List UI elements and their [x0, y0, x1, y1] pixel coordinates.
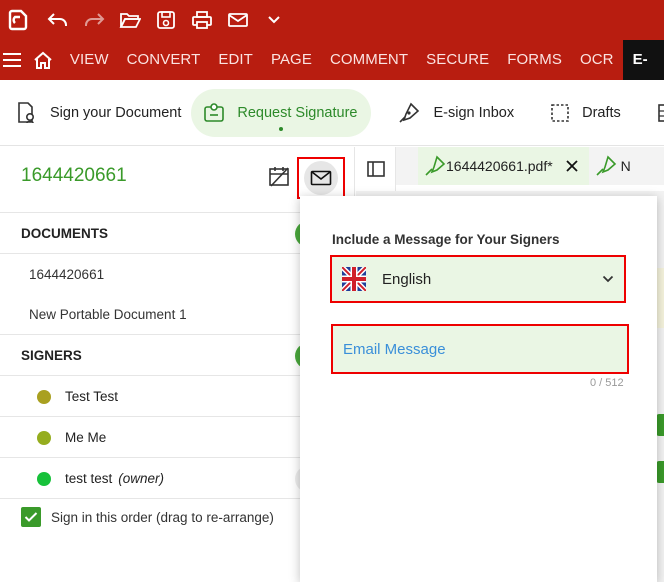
esign-pen-icon: [596, 155, 616, 176]
request-signature-button[interactable]: Request Signature: [191, 88, 372, 137]
grid-icon: [657, 103, 664, 122]
esign-inbox-button[interactable]: E-sign Inbox: [387, 89, 524, 137]
signer-item: Test Test: [37, 389, 118, 404]
document-title: 1644420661: [21, 165, 127, 186]
hamburger-menu-icon[interactable]: [0, 40, 25, 80]
message-button[interactable]: [297, 157, 345, 199]
redo-icon[interactable]: [76, 0, 112, 40]
menu-bar: VIEW CONVERT EDIT PAGE COMMENT SECURE FO…: [0, 40, 664, 108]
esign-toolbar: Sign your Document Request Signature E-s…: [0, 80, 664, 146]
sidebar-toggle-icon[interactable]: [356, 147, 396, 191]
menu-comment[interactable]: COMMENT: [321, 40, 417, 80]
language-select[interactable]: English: [330, 255, 626, 303]
tab-active-label: 1644420661.pdf*: [446, 158, 553, 174]
signer-item: test test (owner): [37, 471, 164, 486]
mail-icon: [304, 161, 338, 195]
message-popover: Include a Message for Your Signers Engli…: [300, 196, 657, 582]
documents-title: DOCUMENTS: [21, 226, 108, 241]
request-signature-label: Request Signature: [237, 104, 358, 121]
email-message-field[interactable]: [331, 324, 629, 374]
drafts-label: Drafts: [582, 104, 621, 121]
sign-in-order-option[interactable]: Sign in this order (drag to re-arrange): [21, 507, 274, 527]
signer-name: test test: [65, 471, 113, 486]
sign-document-icon: [18, 101, 35, 123]
email-icon[interactable]: [220, 0, 256, 40]
menu-ocr[interactable]: OCR: [571, 40, 623, 80]
menu-edit[interactable]: EDIT: [209, 40, 262, 80]
character-counter: 0 / 512: [590, 377, 624, 389]
quick-access-bar: [0, 0, 664, 40]
fountain-pen-icon: [399, 102, 420, 123]
sign-in-order-checkbox[interactable]: [21, 507, 41, 527]
document-page-edge: [656, 268, 664, 328]
tab-active-document[interactable]: 1644420661.pdf*: [418, 147, 589, 185]
drafts-button[interactable]: Drafts: [540, 89, 631, 137]
menu-view[interactable]: VIEW: [61, 40, 118, 80]
signature-field-marker: [656, 414, 664, 436]
tab-next-label: N: [620, 158, 631, 174]
chevron-down-icon: [602, 275, 614, 283]
signature-field-marker: [656, 461, 664, 483]
active-indicator: [279, 126, 284, 131]
close-tab-icon[interactable]: [565, 159, 579, 173]
menu-forms[interactable]: FORMS: [498, 40, 571, 80]
menu-secure[interactable]: SECURE: [417, 40, 498, 80]
chevron-down-icon[interactable]: [256, 0, 292, 40]
document-tabs: 1644420661.pdf* N: [396, 147, 664, 185]
drafts-icon: [551, 103, 569, 122]
signer-color-dot: [37, 430, 51, 445]
sign-your-document-button[interactable]: Sign your Document: [6, 89, 191, 137]
uk-flag-icon: [342, 267, 366, 291]
signer-item: Me Me: [37, 430, 106, 445]
esign-pen-icon: [425, 155, 446, 176]
menu-page[interactable]: PAGE: [262, 40, 321, 80]
email-message-input[interactable]: [333, 326, 627, 372]
popover-title: Include a Message for Your Signers: [332, 232, 560, 247]
document-item-label: 1644420661: [29, 267, 105, 282]
menu-convert[interactable]: CONVERT: [118, 40, 210, 80]
signer-name: Me Me: [65, 430, 107, 445]
selected-language: English: [382, 270, 432, 288]
undo-icon[interactable]: [40, 0, 76, 40]
esign-inbox-label: E-sign Inbox: [433, 104, 515, 121]
tab-next-document[interactable]: N: [589, 147, 631, 185]
save-icon[interactable]: [148, 0, 184, 40]
menu-esign[interactable]: E-SI: [622, 40, 664, 108]
signer-color-dot: [37, 389, 51, 404]
sign-your-document-label: Sign your Document: [50, 104, 182, 121]
print-icon[interactable]: [184, 0, 220, 40]
open-folder-icon[interactable]: [112, 0, 148, 40]
document-item-label: New Portable Document 1: [29, 307, 187, 322]
request-signature-icon: [204, 102, 225, 122]
signers-title: SIGNERS: [21, 348, 82, 363]
owner-tag: (owner): [118, 471, 165, 486]
home-icon[interactable]: [25, 40, 61, 80]
app-logo-icon[interactable]: [0, 0, 36, 40]
templates-button[interactable]: [647, 89, 664, 137]
sign-in-order-label: Sign in this order (drag to re-arrange): [51, 509, 274, 525]
schedule-icon[interactable]: [268, 165, 290, 187]
signer-color-dot: [37, 471, 51, 486]
signer-name: Test Test: [65, 389, 119, 404]
